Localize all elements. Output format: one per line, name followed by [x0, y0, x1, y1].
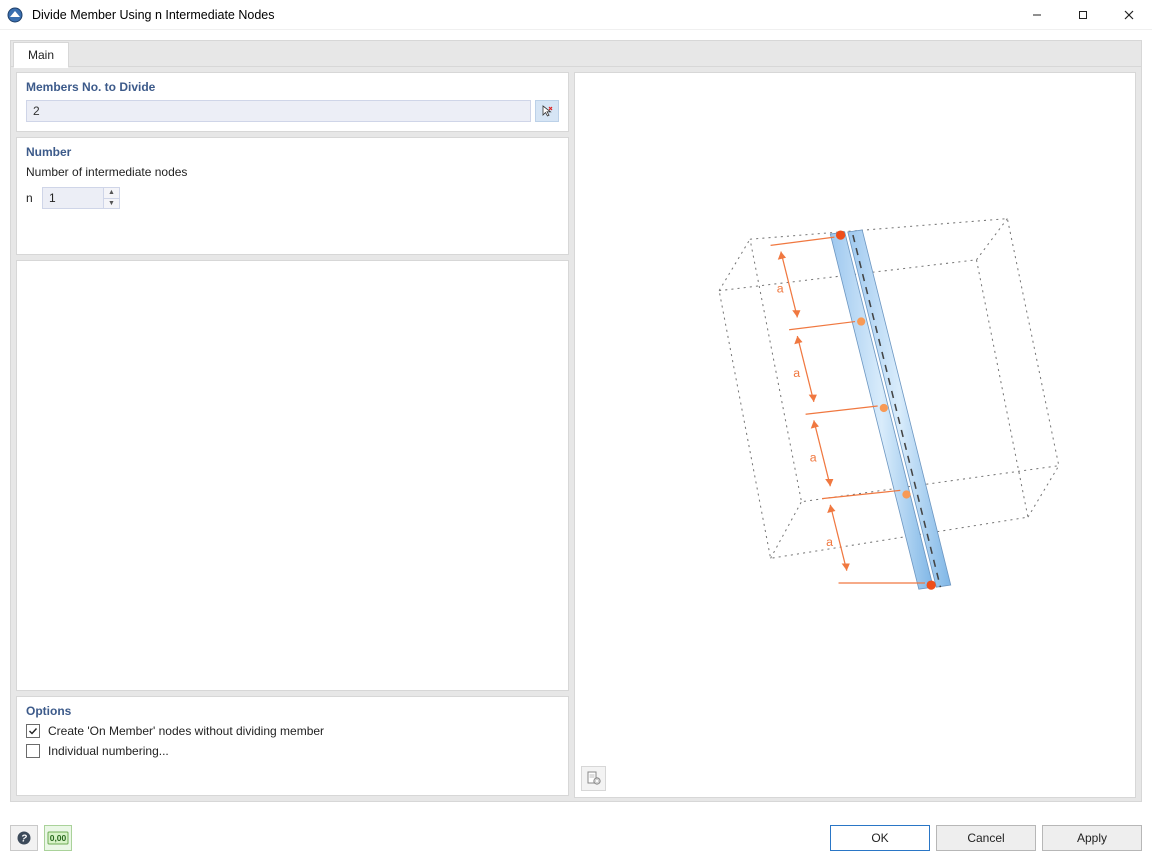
help-button[interactable]: ?: [10, 825, 38, 851]
panel-members-title: Members No. to Divide: [26, 80, 559, 94]
app-icon: [6, 6, 24, 24]
number-label: Number of intermediate nodes: [26, 165, 559, 179]
option-on-member[interactable]: Create 'On Member' nodes without dividin…: [26, 724, 559, 738]
right-column: a a a a: [574, 72, 1136, 796]
dialog-body: Main Members No. to Divide 2: [0, 30, 1152, 812]
option-individual-numbering[interactable]: Individual numbering...: [26, 744, 559, 758]
svg-text:?: ?: [21, 834, 27, 845]
window-title: Divide Member Using n Intermediate Nodes: [32, 8, 1014, 22]
pick-member-button[interactable]: [535, 100, 559, 122]
panel-options-title: Options: [26, 704, 559, 718]
preview-settings-button[interactable]: [581, 766, 606, 791]
checkbox-individual-numbering[interactable]: [26, 744, 40, 758]
minimize-button[interactable]: [1014, 0, 1060, 30]
content-area: Members No. to Divide 2 Number Number of…: [10, 66, 1142, 802]
segment-label-3: a: [810, 451, 817, 465]
panel-options: Options Create 'On Member' nodes without…: [16, 696, 569, 796]
spin-down-icon[interactable]: ▼: [104, 198, 120, 210]
tab-bar: Main: [10, 40, 1142, 66]
panel-number: Number Number of intermediate nodes n 1 …: [16, 137, 569, 255]
maximize-button[interactable]: [1060, 0, 1106, 30]
left-column: Members No. to Divide 2 Number Number of…: [16, 72, 569, 796]
checkbox-on-member[interactable]: [26, 724, 40, 738]
cancel-button[interactable]: Cancel: [936, 825, 1036, 851]
n-prefix: n: [26, 191, 36, 205]
titlebar: Divide Member Using n Intermediate Nodes: [0, 0, 1152, 30]
n-spinner[interactable]: 1 ▲ ▼: [42, 187, 120, 209]
segment-label-2: a: [793, 366, 800, 380]
panel-blank: [16, 260, 569, 691]
panel-number-title: Number: [26, 145, 559, 159]
help-icon: ?: [16, 830, 32, 846]
gear-page-icon: [586, 770, 602, 786]
svg-text:0,00: 0,00: [50, 833, 67, 843]
segment-label-1: a: [777, 282, 784, 296]
n-value[interactable]: 1: [42, 187, 104, 209]
window-buttons: [1014, 0, 1152, 30]
apply-button[interactable]: Apply: [1042, 825, 1142, 851]
panel-members: Members No. to Divide 2: [16, 72, 569, 132]
units-icon: 0,00: [47, 831, 69, 845]
segment-label-4: a: [826, 535, 833, 549]
close-button[interactable]: [1106, 0, 1152, 30]
ok-button[interactable]: OK: [830, 825, 930, 851]
check-icon: [28, 726, 38, 736]
preview-panel: a a a a: [574, 72, 1136, 798]
preview-illustration: a a a a: [575, 73, 1135, 797]
cursor-icon: [540, 104, 554, 118]
units-button[interactable]: 0,00: [44, 825, 72, 851]
tab-main[interactable]: Main: [13, 42, 69, 68]
dialog-footer: ? 0,00 OK Cancel Apply: [0, 812, 1152, 864]
spin-up-icon[interactable]: ▲: [104, 187, 120, 198]
members-input[interactable]: 2: [26, 100, 531, 122]
option-on-member-label: Create 'On Member' nodes without dividin…: [48, 724, 324, 738]
option-individual-numbering-label: Individual numbering...: [48, 744, 169, 758]
